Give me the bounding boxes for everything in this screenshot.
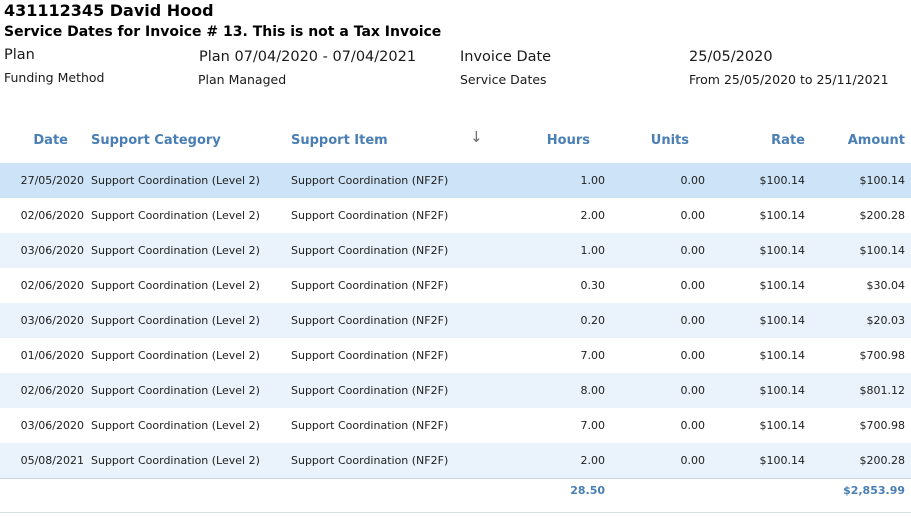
- cell-support-category: Support Coordination (Level 2): [91, 349, 260, 362]
- column-header-rate[interactable]: Rate: [771, 133, 805, 148]
- invoice-subtitle: Service Dates for Invoice # 13. This is …: [4, 24, 442, 40]
- column-header-hours[interactable]: Hours: [547, 133, 590, 148]
- invoice-date-value: 25/05/2020: [689, 49, 773, 65]
- cell-support-category: Support Coordination (Level 2): [91, 174, 260, 187]
- service-table-body: 27/05/2020 Support Coordination (Level 2…: [0, 163, 911, 478]
- cell-hours: 2.00: [580, 209, 606, 222]
- cell-support-item: Support Coordination (NF2F): [291, 244, 449, 257]
- cell-rate: $100.14: [759, 174, 806, 187]
- cell-units: 0.00: [680, 314, 706, 327]
- table-row[interactable]: 05/08/2021 Support Coordination (Level 2…: [0, 443, 911, 478]
- cell-support-category: Support Coordination (Level 2): [91, 384, 260, 397]
- cell-units: 0.00: [680, 419, 706, 432]
- cell-hours: 8.00: [580, 384, 606, 397]
- cell-hours: 2.00: [580, 454, 606, 467]
- cell-support-item: Support Coordination (NF2F): [291, 454, 449, 467]
- table-row[interactable]: 02/06/2020 Support Coordination (Level 2…: [0, 373, 911, 408]
- cell-support-item: Support Coordination (NF2F): [291, 174, 449, 187]
- column-header-support-category[interactable]: Support Category: [91, 133, 221, 148]
- cell-support-item: Support Coordination (NF2F): [291, 384, 449, 397]
- cell-amount: $200.28: [859, 209, 906, 222]
- cell-support-item: Support Coordination (NF2F): [291, 279, 449, 292]
- cell-support-category: Support Coordination (Level 2): [91, 454, 260, 467]
- funding-method-value: Plan Managed: [198, 72, 287, 87]
- cell-hours: 7.00: [580, 419, 606, 432]
- table-row[interactable]: 03/06/2020 Support Coordination (Level 2…: [0, 408, 911, 443]
- cell-support-item: Support Coordination (NF2F): [291, 209, 449, 222]
- column-header-date[interactable]: Date: [33, 133, 68, 148]
- cell-hours: 1.00: [580, 244, 606, 257]
- service-dates-value: From 25/05/2020 to 25/11/2021: [689, 72, 889, 87]
- cell-rate: $100.14: [759, 209, 806, 222]
- cell-date: 03/06/2020: [20, 419, 84, 432]
- cell-support-item: Support Coordination (NF2F): [291, 314, 449, 327]
- cell-hours: 0.30: [580, 279, 606, 292]
- table-row[interactable]: 02/06/2020 Support Coordination (Level 2…: [0, 268, 911, 303]
- cell-date: 02/06/2020: [20, 384, 84, 397]
- cell-support-category: Support Coordination (Level 2): [91, 419, 260, 432]
- client-title: 431112345 David Hood: [4, 1, 214, 20]
- cell-amount: $801.12: [859, 384, 906, 397]
- cell-amount: $700.98: [859, 419, 906, 432]
- column-header-units[interactable]: Units: [651, 133, 689, 148]
- table-row[interactable]: 01/06/2020 Support Coordination (Level 2…: [0, 338, 911, 373]
- cell-date: 01/06/2020: [20, 349, 84, 362]
- table-row[interactable]: 03/06/2020 Support Coordination (Level 2…: [0, 233, 911, 268]
- cell-rate: $100.14: [759, 314, 806, 327]
- cell-rate: $100.14: [759, 384, 806, 397]
- column-header-amount[interactable]: Amount: [848, 133, 905, 148]
- cell-hours: 1.00: [580, 174, 606, 187]
- cell-amount: $100.14: [859, 174, 906, 187]
- cell-support-item: Support Coordination (NF2F): [291, 419, 449, 432]
- funding-method-label: Funding Method: [4, 70, 105, 85]
- cell-units: 0.00: [680, 244, 706, 257]
- table-row[interactable]: 27/05/2020 Support Coordination (Level 2…: [0, 163, 911, 198]
- cell-units: 0.00: [680, 384, 706, 397]
- cell-hours: 0.20: [580, 314, 606, 327]
- total-amount: $2,853.99: [843, 484, 905, 497]
- cell-date: 03/06/2020: [20, 314, 84, 327]
- column-header-support-item[interactable]: Support Item: [291, 133, 388, 148]
- cell-support-category: Support Coordination (Level 2): [91, 279, 260, 292]
- cell-rate: $100.14: [759, 419, 806, 432]
- cell-units: 0.00: [680, 454, 706, 467]
- cell-amount: $100.14: [859, 244, 906, 257]
- bottom-divider: [0, 512, 911, 513]
- cell-rate: $100.14: [759, 244, 806, 257]
- cell-date: 02/06/2020: [20, 209, 84, 222]
- cell-amount: $200.28: [859, 454, 906, 467]
- cell-units: 0.00: [680, 279, 706, 292]
- cell-rate: $100.14: [759, 279, 806, 292]
- cell-amount: $30.04: [866, 279, 906, 292]
- cell-units: 0.00: [680, 174, 706, 187]
- cell-rate: $100.14: [759, 349, 806, 362]
- table-row[interactable]: 02/06/2020 Support Coordination (Level 2…: [0, 198, 911, 233]
- cell-date: 03/06/2020: [20, 244, 84, 257]
- cell-date: 02/06/2020: [20, 279, 84, 292]
- cell-hours: 7.00: [580, 349, 606, 362]
- cell-units: 0.00: [680, 209, 706, 222]
- service-dates-label: Service Dates: [460, 72, 547, 87]
- plan-label: Plan: [4, 47, 35, 63]
- cell-amount: $700.98: [859, 349, 906, 362]
- cell-date: 05/08/2021: [20, 454, 84, 467]
- cell-date: 27/05/2020: [20, 174, 84, 187]
- totals-divider: [0, 478, 911, 479]
- cell-support-category: Support Coordination (Level 2): [91, 209, 260, 222]
- invoice-date-label: Invoice Date: [460, 49, 552, 65]
- cell-units: 0.00: [680, 349, 706, 362]
- table-row[interactable]: 03/06/2020 Support Coordination (Level 2…: [0, 303, 911, 338]
- plan-value: Plan 07/04/2020 - 07/04/2021: [199, 49, 417, 65]
- cell-amount: $20.03: [866, 314, 906, 327]
- total-hours: 28.50: [570, 484, 605, 497]
- arrow-down-icon[interactable]: ↓: [470, 128, 483, 146]
- cell-support-category: Support Coordination (Level 2): [91, 244, 260, 257]
- cell-support-category: Support Coordination (Level 2): [91, 314, 260, 327]
- cell-support-item: Support Coordination (NF2F): [291, 349, 449, 362]
- cell-rate: $100.14: [759, 454, 806, 467]
